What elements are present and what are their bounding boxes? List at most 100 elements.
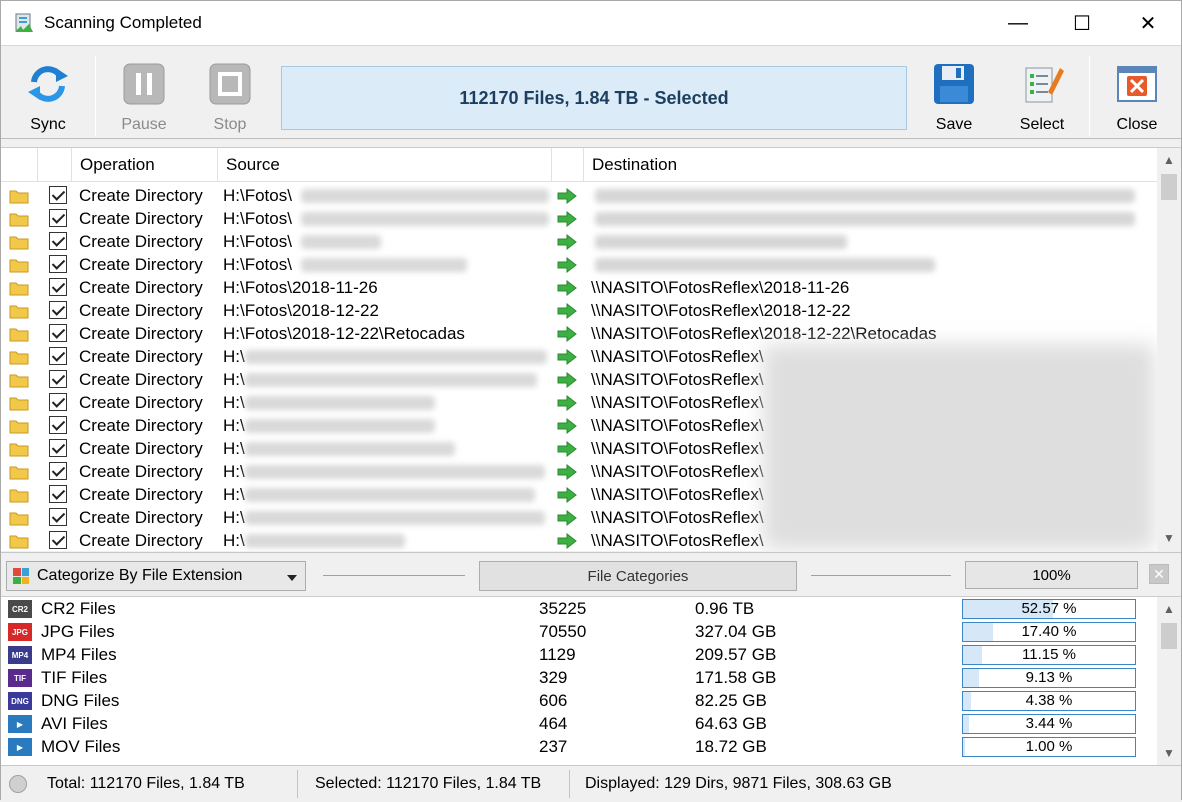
row-checkbox[interactable] bbox=[49, 209, 67, 227]
row-source: H:\Fotos\ bbox=[223, 255, 292, 274]
header-source[interactable]: Source bbox=[217, 148, 551, 182]
row-checkbox[interactable] bbox=[49, 393, 67, 411]
row-destination: \\NASITO\FotosReflex\ bbox=[591, 439, 764, 458]
select-button[interactable]: Select bbox=[1007, 62, 1077, 138]
row-checkbox[interactable] bbox=[49, 370, 67, 388]
folder-icon bbox=[9, 443, 29, 457]
category-list[interactable]: CR2 CR2 Files 35225 0.96 TB 52.57 % JPG JPG Fi… bbox=[1, 596, 1181, 765]
folder-icon bbox=[9, 328, 29, 342]
window-close-button[interactable]: ✕ bbox=[1115, 1, 1181, 45]
table-row[interactable]: Create Directory H:\Fotos\2018-12-22\Reto… bbox=[1, 322, 1157, 345]
scroll-down-icon[interactable]: ▼ bbox=[1157, 743, 1181, 763]
row-destination: \\NASITO\FotosReflex\ bbox=[591, 393, 764, 412]
table-row[interactable]: Create Directory H:\Fotos\2018-11-26 \\NAS… bbox=[1, 276, 1157, 299]
row-checkbox[interactable] bbox=[49, 232, 67, 250]
category-name: TIF Files bbox=[41, 668, 108, 687]
row-source: H:\Fotos\2018-11-26 bbox=[223, 278, 378, 297]
table-row[interactable]: Create Directory H:\Fotos\ bbox=[1, 184, 1157, 207]
window-title: Scanning Completed bbox=[44, 13, 202, 32]
file-categories-button[interactable]: File Categories bbox=[479, 561, 797, 591]
row-checkbox[interactable] bbox=[49, 301, 67, 319]
arrow-right-icon bbox=[557, 234, 577, 250]
table-row[interactable]: Create Directory H:\Fotos\ bbox=[1, 207, 1157, 230]
row-source: H:\Fotos\2018-12-22 bbox=[223, 301, 379, 320]
row-checkbox[interactable] bbox=[49, 416, 67, 434]
category-percent-bar: 1.00 % bbox=[962, 737, 1136, 757]
category-name: AVI Files bbox=[41, 714, 108, 733]
category-percent: 9.13 % bbox=[1025, 669, 1073, 686]
operations-grid[interactable]: Operation Source Destination Create Dire… bbox=[1, 147, 1181, 551]
maximize-button[interactable]: ☐ bbox=[1049, 1, 1115, 45]
minimize-button[interactable]: — bbox=[985, 1, 1051, 45]
arrow-right-icon bbox=[557, 372, 577, 388]
category-row[interactable]: TIF TIF Files 329 171.58 GB 9.13 % bbox=[1, 666, 1157, 689]
redacted-source bbox=[245, 465, 545, 479]
scroll-up-icon[interactable]: ▲ bbox=[1157, 599, 1181, 619]
file-type-icon: ▶ bbox=[8, 738, 32, 756]
arrow-right-icon bbox=[557, 188, 577, 204]
close-categories-icon[interactable]: ✕ bbox=[1149, 564, 1169, 584]
row-operation: Create Directory bbox=[79, 462, 203, 481]
folder-icon bbox=[9, 259, 29, 273]
header-destination[interactable]: Destination bbox=[583, 148, 1157, 182]
row-checkbox[interactable] bbox=[49, 255, 67, 273]
title-bar: Scanning Completed — ☐ ✕ bbox=[1, 1, 1181, 45]
category-count: 606 bbox=[539, 691, 568, 710]
category-row[interactable]: CR2 CR2 Files 35225 0.96 TB 52.57 % bbox=[1, 597, 1157, 620]
category-row[interactable]: JPG JPG Files 70550 327.04 GB 17.40 % bbox=[1, 620, 1157, 643]
category-scrollbar[interactable]: ▲ ▼ bbox=[1157, 597, 1181, 765]
row-checkbox[interactable] bbox=[49, 531, 67, 549]
row-checkbox[interactable] bbox=[49, 462, 67, 480]
row-checkbox[interactable] bbox=[49, 186, 67, 204]
category-row[interactable]: MP4 MP4 Files 1129 209.57 GB 11.15 % bbox=[1, 643, 1157, 666]
header-check-column[interactable] bbox=[37, 148, 71, 182]
row-checkbox[interactable] bbox=[49, 508, 67, 526]
arrow-right-icon bbox=[557, 303, 577, 319]
folder-icon bbox=[9, 236, 29, 250]
row-checkbox[interactable] bbox=[49, 439, 67, 457]
toolbar-separator bbox=[95, 56, 96, 136]
category-size: 18.72 GB bbox=[695, 737, 767, 756]
row-checkbox[interactable] bbox=[49, 347, 67, 365]
redacted-source bbox=[245, 419, 435, 433]
redacted-source bbox=[301, 212, 549, 226]
scroll-up-icon[interactable]: ▲ bbox=[1157, 150, 1181, 170]
stop-button[interactable]: Stop bbox=[195, 62, 265, 138]
status-divider bbox=[297, 770, 298, 798]
categorize-dropdown[interactable]: Categorize By File Extension bbox=[6, 561, 306, 591]
close-button[interactable]: Close bbox=[1102, 62, 1172, 138]
category-name: CR2 Files bbox=[41, 599, 116, 618]
category-percent-bar: 11.15 % bbox=[962, 645, 1136, 665]
category-percent: 3.44 % bbox=[1025, 715, 1073, 732]
row-checkbox[interactable] bbox=[49, 485, 67, 503]
scroll-thumb[interactable] bbox=[1161, 174, 1177, 200]
row-checkbox[interactable] bbox=[49, 278, 67, 296]
redacted-source bbox=[245, 511, 545, 525]
row-checkbox[interactable] bbox=[49, 324, 67, 342]
folder-icon bbox=[9, 213, 29, 227]
category-row[interactable]: DNG DNG Files 606 82.25 GB 4.38 % bbox=[1, 689, 1157, 712]
category-percent-bar: 52.57 % bbox=[962, 599, 1136, 619]
scroll-down-icon[interactable]: ▼ bbox=[1157, 528, 1181, 548]
selection-status: 112170 Files, 1.84 TB - Selected bbox=[281, 66, 907, 130]
category-count: 70550 bbox=[539, 622, 587, 641]
table-row[interactable]: Create Directory H:\Fotos\ bbox=[1, 253, 1157, 276]
header-operation[interactable]: Operation bbox=[71, 148, 217, 182]
folder-icon bbox=[9, 420, 29, 434]
header-arrow-column[interactable] bbox=[551, 148, 583, 182]
category-percent: 52.57 % bbox=[1021, 600, 1077, 617]
row-operation: Create Directory bbox=[79, 301, 203, 320]
save-button[interactable]: Save bbox=[919, 62, 989, 138]
toolbar-separator bbox=[1089, 56, 1090, 136]
category-row[interactable]: ▶ MOV Files 237 18.72 GB 1.00 % bbox=[1, 735, 1157, 758]
scroll-thumb[interactable] bbox=[1161, 623, 1177, 649]
grid-scrollbar[interactable]: ▲ ▼ bbox=[1157, 148, 1181, 551]
sync-button[interactable]: Sync bbox=[13, 62, 83, 138]
row-operation: Create Directory bbox=[79, 439, 203, 458]
table-row[interactable]: Create Directory H:\Fotos\2018-12-22 \\NAS… bbox=[1, 299, 1157, 322]
category-size: 0.96 TB bbox=[695, 599, 755, 618]
category-row[interactable]: ▶ AVI Files 464 64.63 GB 3.44 % bbox=[1, 712, 1157, 735]
file-type-icon: JPG bbox=[8, 623, 32, 641]
table-row[interactable]: Create Directory H:\Fotos\ bbox=[1, 230, 1157, 253]
pause-button[interactable]: Pause bbox=[109, 62, 179, 138]
